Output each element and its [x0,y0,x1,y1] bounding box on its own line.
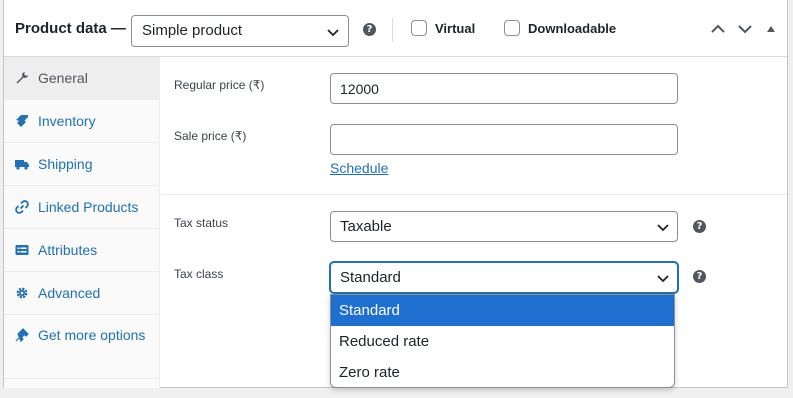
chevron-down-icon [657,224,669,232]
downloadable-checkbox-box[interactable] [504,20,520,36]
product-type-select[interactable]: Simple product [131,15,349,47]
gear-icon [16,287,28,299]
virtual-checkbox[interactable]: Virtual [411,20,475,36]
tag-icon [16,115,28,127]
tab-label: Advanced [38,285,101,301]
downloadable-checkbox[interactable]: Downloadable [504,20,616,36]
sale-price-input[interactable] [330,124,678,155]
tax-status-label: Tax status [174,216,229,230]
link-icon [15,200,29,214]
plugin-icon [15,328,29,342]
tab-linked-products[interactable]: Linked Products [4,186,159,229]
wrench-icon [16,72,28,84]
tab-shipping[interactable]: Shipping [4,143,159,186]
tab-general[interactable]: General [4,57,159,100]
section-divider [161,194,787,195]
collapse-toggle-icon[interactable] [766,22,776,36]
list-icon [15,245,29,255]
move-up-icon[interactable] [710,22,726,36]
chevron-down-icon [327,29,339,37]
help-icon[interactable]: ? [693,220,706,233]
tab-label: Attributes [38,242,98,258]
help-icon[interactable]: ? [693,270,706,283]
product-type-value: Simple product [142,22,243,39]
tab-attributes[interactable]: Attributes [4,229,159,272]
tab-label: Linked Products [38,199,139,215]
dropdown-option-zero-rate[interactable]: Zero rate [331,357,674,387]
tax-status-select[interactable]: Taxable [330,211,678,242]
tab-label-text: Get more options [38,327,146,343]
regular-price-input[interactable] [330,73,678,104]
product-data-title: Product data — [15,20,126,37]
tab-label: General [38,70,88,86]
tab-label: Get more options [15,325,145,346]
dropdown-option-reduced-rate[interactable]: Reduced rate [331,326,674,357]
tax-class-value: Standard [340,269,401,286]
tab-inventory[interactable]: Inventory [4,100,159,143]
tab-advanced[interactable]: Advanced [4,272,159,315]
regular-price-label: Regular price (₹) [174,78,265,92]
tax-class-dropdown: Standard Reduced rate Zero rate [330,294,675,388]
move-down-icon[interactable] [737,22,753,36]
virtual-checkbox-box[interactable] [411,20,427,36]
tax-class-label: Tax class [174,267,224,281]
truck-icon [15,160,29,170]
virtual-label: Virtual [435,20,476,36]
chevron-down-icon [657,275,669,283]
tab-label: Inventory [38,113,96,129]
tax-status-value: Taxable [340,218,392,235]
downloadable-label: Downloadable [528,20,617,36]
tax-class-select[interactable]: Standard [330,262,678,293]
header-divider [392,18,393,42]
sale-price-label: Sale price (₹) [174,129,247,143]
dropdown-option-standard[interactable]: Standard [331,295,674,326]
product-data-tabs: General Inventory Shipping Linked Produc… [4,57,160,388]
tab-get-more-options[interactable]: Get more options [4,315,159,379]
help-icon[interactable]: ? [363,23,376,36]
product-data-header: Product data — Simple product ? Virtual … [4,0,787,57]
schedule-link[interactable]: Schedule [330,160,388,176]
tab-label: Shipping [38,156,93,172]
